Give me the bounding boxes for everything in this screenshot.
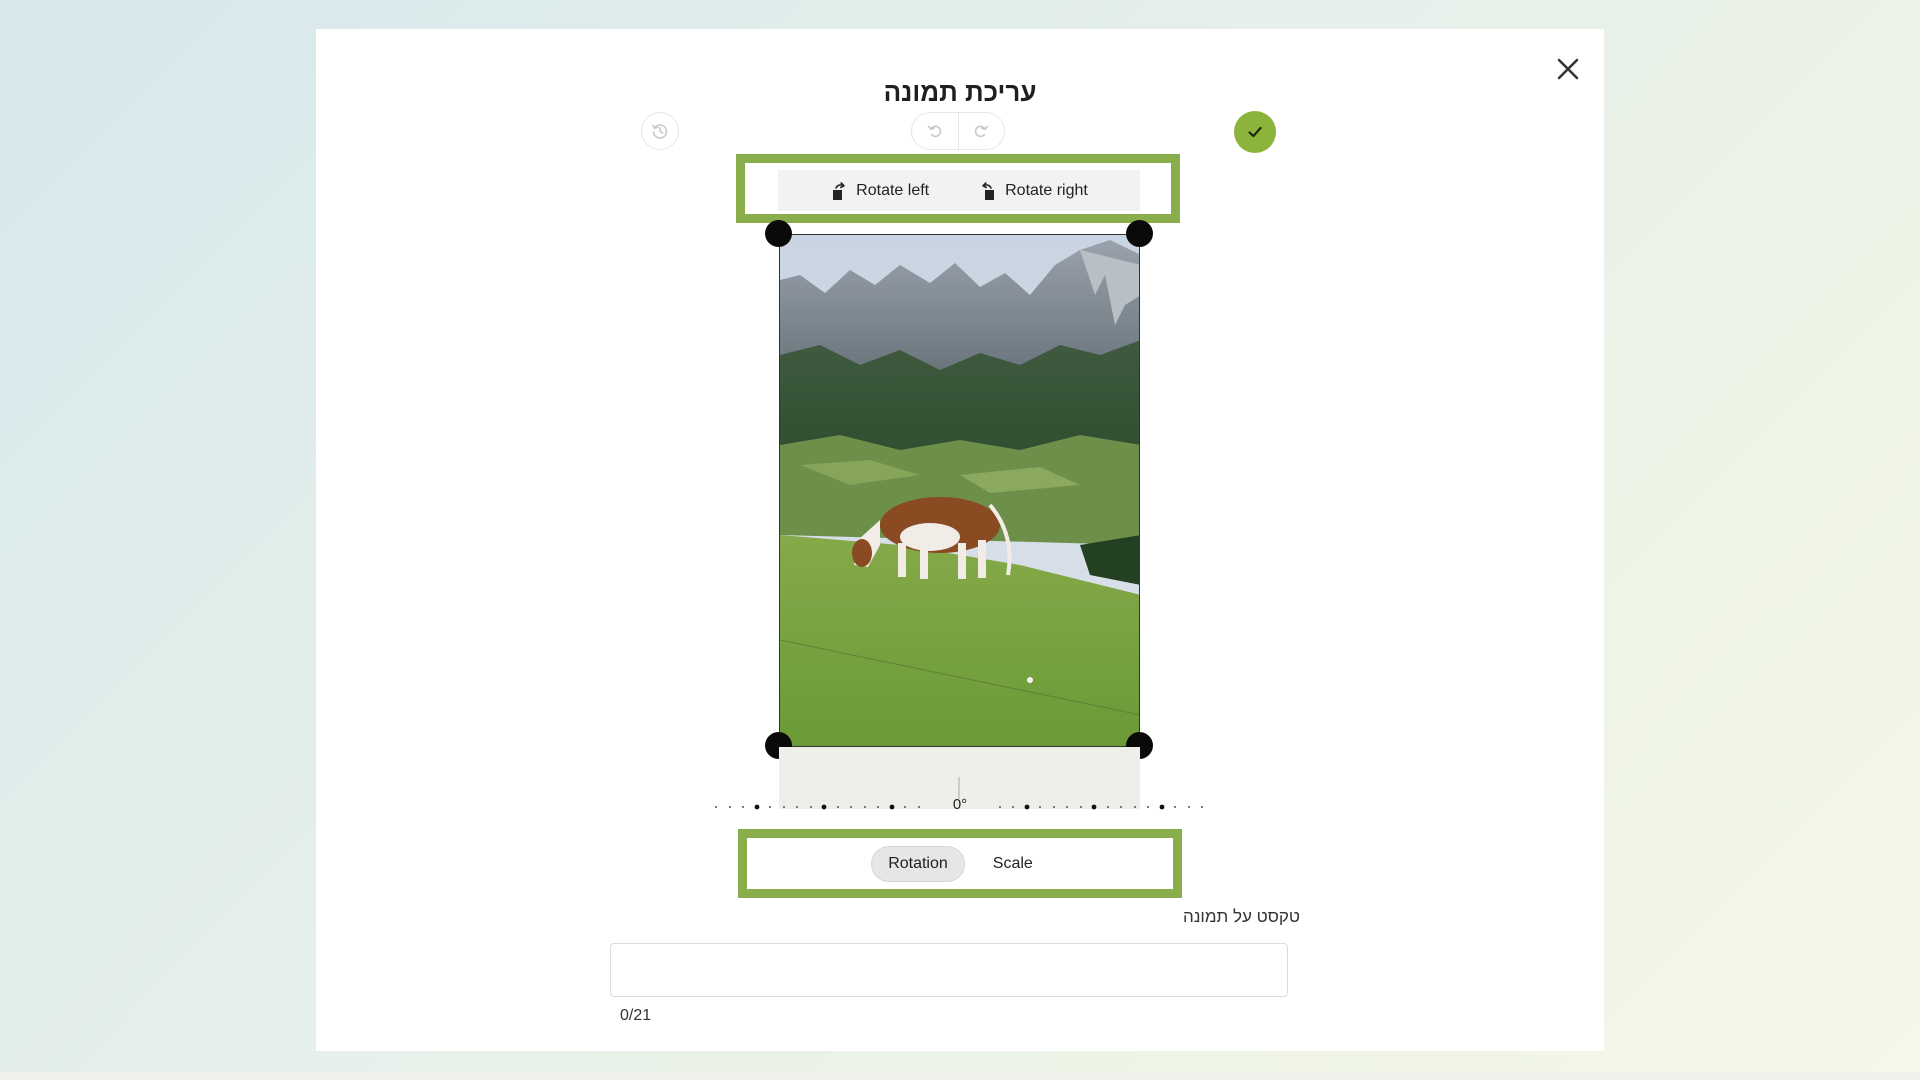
check-icon (1248, 126, 1262, 138)
redo-button[interactable] (957, 113, 1005, 149)
page-bottom-strip (0, 1072, 1920, 1080)
crop-handle-top-left[interactable] (765, 220, 792, 247)
image-edit-modal: עריכת תמונה Rotate left Rotate right 0° … (316, 29, 1604, 1051)
rotation-mode-button[interactable]: Rotation (871, 845, 965, 882)
modal-title: עריכת תמונה (883, 77, 1037, 107)
confirm-button[interactable] (1234, 111, 1276, 153)
rotation-angle-label: 0° (952, 796, 968, 813)
history-reset-icon (652, 124, 668, 139)
mode-switcher: Rotation Scale (747, 838, 1173, 889)
rotate-left-label: Rotate left (856, 181, 930, 199)
close-icon (1557, 58, 1579, 80)
rotate-left-button[interactable]: Rotate left (830, 181, 929, 201)
rotate-right-button[interactable]: Rotate right (979, 181, 1088, 201)
scale-mode-button[interactable]: Scale (977, 847, 1049, 881)
crop-area[interactable] (779, 234, 1140, 747)
close-button[interactable] (1550, 51, 1586, 87)
image-text-label: טקסט על תמונה (1183, 907, 1300, 926)
image-text-input[interactable] (610, 943, 1288, 997)
crop-handle-top-right[interactable] (1126, 220, 1153, 247)
photo-cow-on-alpine-meadow (780, 235, 1139, 746)
undo-icon (927, 125, 941, 138)
reset-button[interactable] (641, 112, 679, 150)
rotate-toolbar: Rotate left Rotate right (778, 170, 1140, 211)
rotate-right-icon (982, 181, 995, 200)
rotate-right-label: Rotate right (1005, 181, 1088, 199)
undo-redo-group (911, 112, 1005, 150)
redo-icon (975, 125, 989, 138)
undo-button[interactable] (912, 113, 958, 149)
rotate-left-icon (833, 181, 845, 200)
character-counter: 0/21 (620, 1007, 652, 1024)
